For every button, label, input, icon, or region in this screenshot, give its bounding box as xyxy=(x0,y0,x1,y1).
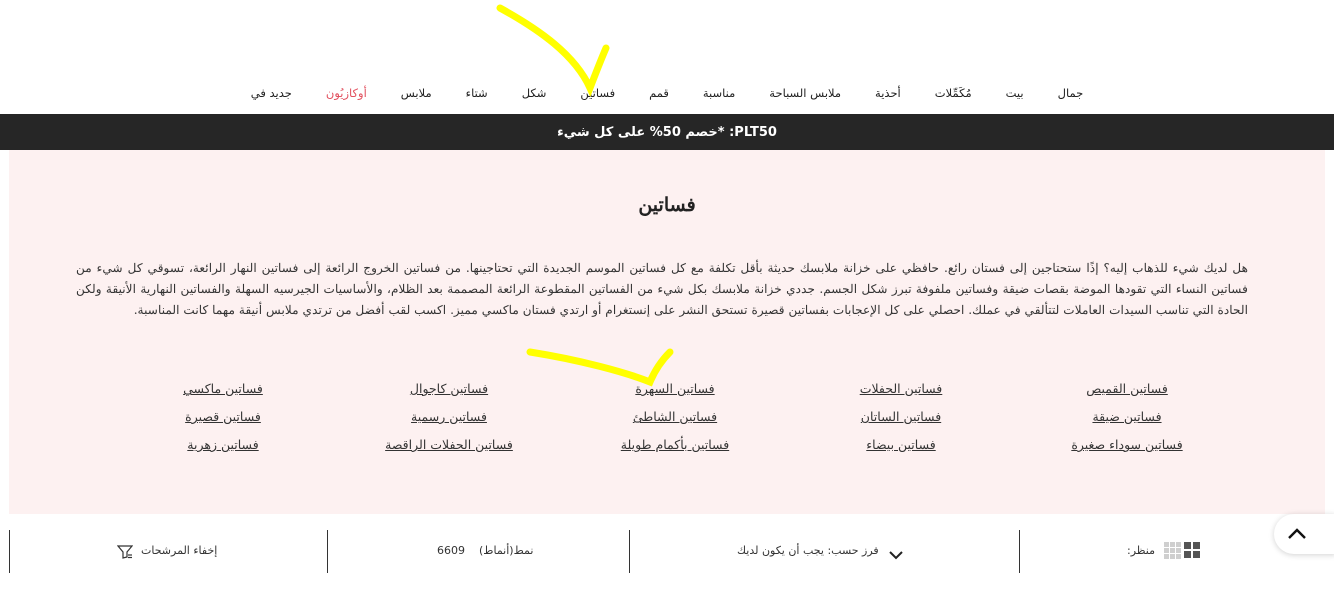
annotation-stroke-top xyxy=(496,4,610,98)
view-label: منظر: xyxy=(1127,544,1156,557)
category-link-white-dresses[interactable]: فساتين بيضاء xyxy=(788,437,1014,465)
sort-label: فرز حسب: يجب أن يكون لديك xyxy=(737,544,879,557)
hide-filters-button[interactable]: إخفاء المرشحات xyxy=(115,540,235,562)
category-link-beach-dresses[interactable]: فساتين الشاطئ xyxy=(562,409,788,437)
toolbar-divider xyxy=(1019,530,1020,573)
nav-item-sale[interactable]: أوكازيُون xyxy=(309,86,384,100)
category-link-maxi-dresses[interactable]: فساتين ماكسي xyxy=(110,381,336,409)
nav-item-accessories[interactable]: مُكَمِّلات xyxy=(918,86,989,100)
nav-item-tops[interactable]: قمم xyxy=(632,86,686,100)
filter-toolbar: إخفاء المرشحات 6609 نمط(أنماط) فرز حسب: … xyxy=(9,530,1325,573)
view-toggle xyxy=(1164,542,1200,559)
promo-text: PLT50: *خصم 50% على كل شيء xyxy=(557,124,777,140)
toolbar-divider xyxy=(629,530,630,573)
hide-filters-label: إخفاء المرشحات xyxy=(141,544,218,557)
nav-item-shape[interactable]: شكل xyxy=(505,86,564,100)
nav-item-winter[interactable]: شتاء xyxy=(449,86,505,100)
category-link-shirt-dresses[interactable]: فساتين القميص xyxy=(1014,381,1240,409)
result-count-value: 6609 xyxy=(437,544,465,557)
category-link-casual-dresses[interactable]: فساتين كاجوال xyxy=(336,381,562,409)
toolbar-divider xyxy=(9,530,10,573)
category-description: هل لديك شيء للذهاب إليه؟ إذًا ستحتاجين إ… xyxy=(76,261,1248,317)
scroll-to-top-button[interactable] xyxy=(1274,514,1334,554)
nav-item-new-in[interactable]: جديد في xyxy=(234,86,309,100)
category-link-bodycon-dresses[interactable]: فساتين ضيقة xyxy=(1014,409,1240,437)
nav-item-clothing[interactable]: ملابس xyxy=(384,86,449,100)
category-link-floral-dresses[interactable]: فساتين زهرية xyxy=(110,437,336,465)
category-link-little-black-dresses[interactable]: فساتين سوداء صغيرة xyxy=(1014,437,1240,465)
category-link-evening-dresses[interactable]: فساتين السهرة xyxy=(562,381,788,409)
chevron-down-icon xyxy=(889,545,903,564)
page-title: فساتين xyxy=(638,194,696,216)
category-link-long-sleeve-dresses[interactable]: فساتين بأكمام طويلة xyxy=(562,437,788,465)
nav-item-swimwear[interactable]: ملابس السباحة xyxy=(752,86,858,100)
category-link-formal-dresses[interactable]: فساتين رسمية xyxy=(336,409,562,437)
category-link-party-dresses[interactable]: فساتين الحفلات xyxy=(788,381,1014,409)
nav-item-shoes[interactable]: أحذية xyxy=(858,86,918,100)
nav-item-beauty[interactable]: جمال xyxy=(1041,86,1101,100)
main-navigation: جمال بيت مُكَمِّلات أحذية ملابس السباحة … xyxy=(0,80,1334,106)
category-link-prom-dresses[interactable]: فساتين الحفلات الراقصة xyxy=(336,437,562,465)
toolbar-divider xyxy=(327,530,328,573)
grid-9-icon[interactable] xyxy=(1164,542,1181,559)
nav-item-dresses[interactable]: فساتين xyxy=(563,86,632,100)
nav-item-home[interactable]: بيت xyxy=(989,86,1041,100)
category-links: فساتين القميص فساتين ضيقة فساتين سوداء ص… xyxy=(110,381,1240,461)
filter-icon xyxy=(116,544,134,563)
result-count-label: نمط(أنماط) xyxy=(479,544,534,557)
promo-banner[interactable]: PLT50: *خصم 50% على كل شيء xyxy=(0,114,1334,150)
category-link-satin-dresses[interactable]: فساتين الساتان xyxy=(788,409,1014,437)
chevron-up-icon xyxy=(1287,525,1307,544)
sort-dropdown[interactable]: فرز حسب: يجب أن يكون لديك xyxy=(735,540,935,564)
category-link-mini-dresses[interactable]: فساتين قصيرة xyxy=(110,409,336,437)
nav-item-occasion[interactable]: مناسبة xyxy=(686,86,752,100)
grid-4-icon[interactable] xyxy=(1184,542,1200,559)
